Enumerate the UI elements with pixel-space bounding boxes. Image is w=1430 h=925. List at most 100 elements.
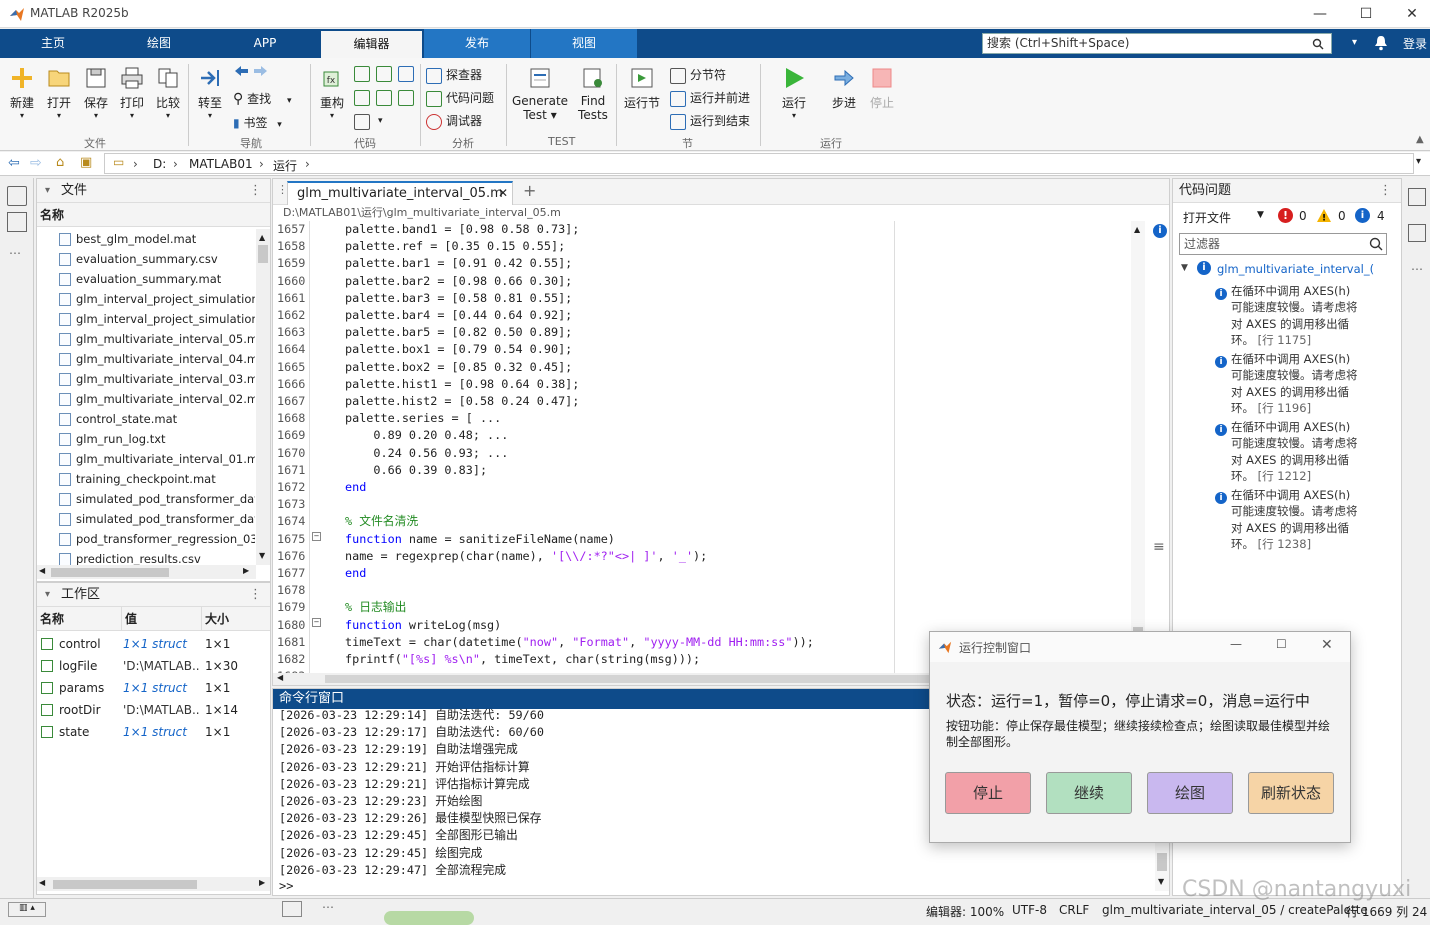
encoding-status[interactable]: UTF-8	[1012, 903, 1047, 917]
panel-menu-icon[interactable]: ⋮	[249, 179, 262, 203]
layout-toggle-icon[interactable]: ▥ ▴	[8, 902, 46, 917]
command-prompt[interactable]: >>	[279, 879, 293, 893]
bell-icon[interactable]	[1374, 35, 1388, 51]
code-line[interactable]: 1662 palette.bar4 = [0.44 0.64 0.92];	[273, 307, 1133, 324]
search-input[interactable]: 搜索 (Ctrl+Shift+Space)	[982, 33, 1332, 54]
issue-file-link[interactable]: glm_multivariate_interval_(	[1217, 262, 1374, 276]
scope-dropdown[interactable]: 打开文件	[1183, 209, 1231, 226]
login-link[interactable]: 登录	[1403, 35, 1427, 52]
file-item[interactable]: training_checkpoint.mat	[59, 469, 255, 489]
bookmark-button[interactable]: ▮ 书签 ▾	[233, 114, 282, 131]
save-button[interactable]: 保存 ▾	[80, 66, 112, 120]
file-item[interactable]: control_state.mat	[59, 409, 255, 429]
tab-apps[interactable]: APP	[212, 29, 318, 58]
code-issues-toggle-icon[interactable]	[1408, 188, 1426, 206]
minimize-button[interactable]: —	[1298, 2, 1342, 26]
forward-arrow-icon[interactable]: ⇨	[30, 155, 42, 171]
refactor-button[interactable]: fx 重构 ▾	[316, 66, 348, 120]
code-line[interactable]: 1679 % 日志输出	[273, 599, 1133, 616]
issue-markers-icon[interactable]: ≡	[1153, 539, 1167, 555]
code-line[interactable]: 1663 palette.bar5 = [0.82 0.50 0.89];	[273, 324, 1133, 341]
path-dropdown-icon[interactable]: ▾	[1416, 156, 1421, 167]
code-line[interactable]: 1676 name = regexprep(char(name), '[\\/:*…	[273, 548, 1133, 565]
file-item[interactable]: evaluation_summary.mat	[59, 269, 255, 289]
code-line[interactable]: 1664 palette.box1 = [0.79 0.54 0.90];	[273, 341, 1133, 358]
files-hscrollbar[interactable]: ◀ ▶	[37, 565, 256, 579]
up-folder-icon[interactable]: ⌂	[56, 155, 64, 170]
file-item[interactable]: glm_multivariate_interval_01.m	[59, 449, 255, 469]
ws-col-name[interactable]: 名称	[40, 607, 64, 631]
code-line[interactable]: 1659 palette.bar1 = [0.91 0.42 0.55];	[273, 255, 1133, 272]
file-item[interactable]: glm_multivariate_interval_02.m	[59, 389, 255, 409]
back-forward-icon[interactable]	[233, 64, 269, 78]
find-button[interactable]: ⚲ 查找 ▾	[233, 90, 291, 107]
code-line[interactable]: 1669 0.89 0.20 0.48; ...	[273, 427, 1133, 444]
code-area[interactable]: 1657 palette.band1 = [0.98 0.58 0.73]; 165…	[273, 221, 1133, 673]
dialog-close-button[interactable]: ✕	[1321, 637, 1333, 653]
file-item[interactable]: pod_transformer_regression_03.m	[59, 529, 255, 549]
issue-item[interactable]: 在循环中调用 AXES(h) 可能速度较慢。请考虑将对 AXES 的调用移出循环…	[1231, 487, 1359, 552]
code-issues-button[interactable]: 代码问题	[426, 89, 494, 107]
workspace-row[interactable]: logFile 'D:\MATLAB... 1×30	[37, 655, 273, 677]
file-item[interactable]: simulated_pod_transformer_data.r	[59, 489, 255, 509]
file-item[interactable]: glm_interval_project_simulation_d	[59, 309, 255, 329]
workspace-panel-icon[interactable]	[7, 212, 27, 232]
editor-vscrollbar[interactable]: ▲	[1131, 221, 1145, 673]
maximize-button[interactable]: ☐	[1344, 2, 1388, 26]
workspace-row[interactable]: state 1×1 struct 1×1	[37, 721, 273, 743]
code-line[interactable]: 1674 % 文件名清洗	[273, 513, 1133, 530]
code-line[interactable]: 1667 palette.hist2 = [0.58 0.24 0.47];	[273, 393, 1133, 410]
collapse-icon[interactable]: ▾	[45, 179, 50, 203]
file-item[interactable]: glm_multivariate_interval_03.m	[59, 369, 255, 389]
find-tests-button[interactable]: Find Tests	[574, 66, 612, 122]
file-item[interactable]: glm_multivariate_interval_05.m	[59, 329, 255, 349]
back-arrow-icon[interactable]: ⇦	[8, 155, 20, 171]
more-icon[interactable]: ⋯	[9, 246, 21, 260]
run-advance-button[interactable]: 运行并前进	[670, 89, 750, 107]
issue-line-link[interactable]: [行 1196]	[1258, 401, 1311, 415]
file-item[interactable]: glm_interval_project_simulation_d	[59, 289, 255, 309]
tab-view[interactable]: 视图	[531, 29, 637, 58]
code-line[interactable]: 1677 end	[273, 565, 1133, 582]
continue-button[interactable]: 继续	[1046, 772, 1132, 814]
dialog-minimize-button[interactable]: —	[1230, 637, 1242, 651]
zoom-status[interactable]: 编辑器: 100%	[926, 903, 1004, 920]
compare-button[interactable]: 比较 ▾	[152, 66, 184, 120]
issue-line-link[interactable]: [行 1175]	[1258, 333, 1311, 347]
code-line[interactable]: 1670 0.24 0.56 0.93; ...	[273, 445, 1133, 462]
tab-publish[interactable]: 发布	[424, 29, 530, 58]
run-section-button[interactable]: 运行节	[620, 66, 664, 111]
code-line[interactable]: 1671 0.66 0.39 0.83];	[273, 462, 1133, 479]
print-button[interactable]: 打印 ▾	[116, 66, 148, 120]
code-line[interactable]: 1660 palette.bar2 = [0.98 0.66 0.30];	[273, 273, 1133, 290]
tree-collapse-icon[interactable]: ▼	[1181, 263, 1188, 273]
smart-indent-icon[interactable]	[376, 90, 392, 106]
wrap-icon[interactable]	[376, 66, 392, 82]
scope-dropdown-icon[interactable]: ▼	[1257, 210, 1264, 220]
panel-menu-icon[interactable]: ⋮	[249, 583, 262, 607]
run-button[interactable]: 运行 ▾	[772, 66, 816, 120]
panel-menu-icon[interactable]: ⋮	[1379, 179, 1392, 203]
new-tab-icon[interactable]: +	[523, 181, 536, 200]
more-icon[interactable]: ⋯	[1411, 262, 1423, 276]
issue-line-link[interactable]: [行 1238]	[1258, 537, 1311, 551]
ws-col-size[interactable]: 大小	[201, 607, 229, 631]
file-item[interactable]: prediction_results.csv	[59, 549, 255, 565]
code-line[interactable]: 1675 function name = sanitizeFileName(nam…	[273, 531, 1133, 548]
ws-col-value[interactable]: 值	[121, 607, 137, 631]
code-line[interactable]: 1657 palette.band1 = [0.98 0.58 0.73];	[273, 221, 1133, 238]
browse-folder-icon[interactable]: ▣	[80, 155, 92, 170]
close-tab-icon[interactable]: ✕	[498, 186, 508, 200]
plot-button[interactable]: 绘图	[1147, 772, 1233, 814]
code-line[interactable]: 1672 end	[273, 479, 1133, 496]
filter-input[interactable]: 过滤器	[1179, 233, 1387, 255]
format-icon[interactable]	[354, 114, 370, 130]
code-line[interactable]: 1668 palette.series = [ ...	[273, 410, 1133, 427]
path-segment-run[interactable]: 运行	[273, 157, 297, 174]
run-to-end-button[interactable]: 运行到结束	[670, 112, 750, 130]
property-inspector-icon[interactable]	[1408, 224, 1426, 242]
output-icon[interactable]	[282, 901, 302, 917]
path-segment-folder[interactable]: MATLAB01	[189, 157, 253, 171]
uncomment-icon[interactable]	[354, 90, 370, 106]
stop-run-button[interactable]: 停止	[945, 772, 1031, 814]
